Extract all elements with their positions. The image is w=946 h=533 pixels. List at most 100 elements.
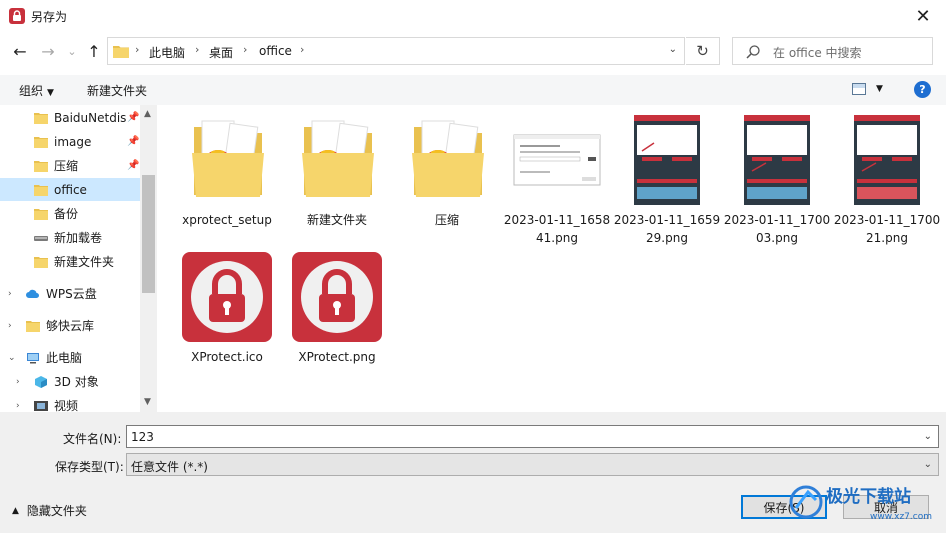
sidebar-item-gokuai[interactable]: › 够快云库 — [0, 314, 140, 337]
video-icon — [34, 400, 48, 411]
sidebar-item-videos[interactable]: › 视频 — [0, 394, 140, 412]
chevron-down-icon[interactable]: ⌄ — [924, 459, 932, 470]
window-title: 另存为 — [31, 10, 68, 24]
change-view-icon[interactable] — [852, 83, 866, 95]
organize-menu[interactable]: 组织 ▼ — [19, 82, 54, 99]
sidebar-scrollbar[interactable]: ▲ ▼ — [140, 105, 157, 412]
folder-icon — [412, 120, 484, 197]
title-bar: 另存为 ✕ — [0, 0, 946, 32]
sidebar-item-image[interactable]: image 📌 — [0, 130, 140, 153]
organize-label: 组织 — [19, 84, 44, 98]
sidebar-item-wps-cloud[interactable]: › WPS云盘 — [0, 282, 140, 305]
folder-icon — [34, 208, 48, 220]
file-name: XProtect.png — [298, 350, 376, 364]
collapse-chevron-icon[interactable]: ⌄ — [8, 353, 16, 363]
search-icon — [746, 45, 760, 59]
sidebar-item-new-volume[interactable]: 新加载卷 — [0, 226, 140, 249]
recent-locations-button[interactable]: ⌄ — [62, 41, 82, 61]
filename-input[interactable]: 123 ⌄ — [126, 425, 939, 448]
watermark-url: www.xz7.com — [870, 512, 932, 522]
folder-icon — [34, 256, 48, 268]
hide-folders-label: 隐藏文件夹 — [26, 504, 87, 518]
file-list: xprotect_setup 新建文件夹 压缩 2023-01-11_16584… — [157, 105, 946, 412]
new-folder-button[interactable]: 新建文件夹 — [87, 82, 147, 99]
chevron-down-icon: ▼ — [47, 88, 54, 98]
filetype-value: 任意文件 (*.*) — [131, 460, 208, 474]
folder-icon — [34, 112, 48, 124]
file-name: 2023-01-11_170003.png — [723, 213, 831, 245]
file-name: 压缩 — [434, 213, 459, 227]
app-lock-icon — [9, 8, 25, 24]
folder-icon — [26, 320, 40, 332]
refresh-button[interactable]: ↻ — [686, 37, 720, 65]
breadcrumb-separator: › — [243, 43, 248, 56]
sidebar-item-baidunetdisk[interactable]: BaiduNetdis 📌 — [0, 106, 140, 129]
image-thumbnail-icon — [634, 115, 700, 205]
sidebar-item-label: 3D 对象 — [54, 375, 99, 389]
forward-button[interactable]: → — [38, 41, 58, 61]
file-name: XProtect.ico — [191, 350, 263, 364]
breadcrumb-separator: › — [195, 43, 200, 56]
command-bar: 组织 ▼ 新建文件夹 ▼ ? — [0, 75, 946, 105]
folder-icon — [113, 46, 129, 58]
chevron-up-icon: ▲ — [12, 505, 19, 516]
sidebar-item-3d-objects[interactable]: › 3D 对象 — [0, 370, 140, 393]
watermark-logo: 极光下载站 www.xz7.com — [789, 485, 932, 522]
watermark-text: 极光下载站 — [826, 486, 911, 507]
pin-icon: 📌 — [127, 112, 140, 123]
sidebar-item-new-folder[interactable]: 新建文件夹 — [0, 250, 140, 273]
lock-icon — [182, 252, 272, 342]
3d-objects-icon — [35, 375, 47, 388]
chevron-down-icon[interactable]: ⌄ — [924, 431, 932, 442]
file-name: 2023-01-11_165929.png — [613, 213, 721, 245]
address-dropdown-icon[interactable]: ⌄ — [669, 44, 677, 55]
lock-icon — [292, 252, 382, 342]
pin-icon: 📌 — [127, 136, 140, 147]
up-button[interactable]: ↑ — [84, 41, 104, 61]
sidebar-item-this-pc[interactable]: ⌄ 此电脑 — [0, 346, 140, 369]
navigation-bar: ← → ⌄ ↑ › 此电脑 › 桌面 › office › ⌄ ↻ 在 offi… — [0, 32, 946, 70]
back-button[interactable]: ← — [10, 41, 30, 61]
cloud-icon — [26, 289, 39, 298]
sidebar-item-label: 新加载卷 — [54, 231, 103, 245]
sidebar-item-backup[interactable]: 备份 — [0, 202, 140, 225]
file-name: 新建文件夹 — [306, 213, 367, 227]
close-button[interactable]: ✕ — [900, 0, 946, 32]
sidebar-item-label: WPS云盘 — [46, 287, 97, 301]
filetype-select[interactable]: 任意文件 (*.*) ⌄ — [126, 453, 939, 476]
file-name: 2023-01-11_170021.png — [833, 213, 941, 245]
sidebar-item-label: 视频 — [54, 399, 79, 412]
breadcrumb-separator: › — [300, 43, 305, 56]
expand-chevron-icon[interactable]: › — [16, 401, 20, 411]
hide-folders-toggle[interactable]: ▲ 隐藏文件夹 — [12, 502, 87, 519]
breadcrumb-desktop[interactable]: 桌面 — [209, 44, 233, 61]
sidebar-item-label: 备份 — [54, 207, 79, 221]
scroll-thumb[interactable] — [142, 175, 155, 293]
image-thumbnail-icon — [854, 115, 920, 205]
breadcrumb-this-pc[interactable]: 此电脑 — [149, 44, 185, 61]
filename-label: 文件名(N): — [63, 432, 122, 446]
scroll-down-icon[interactable]: ▼ — [144, 397, 151, 407]
sidebar-item-label: 压缩 — [54, 159, 79, 173]
sidebar-item-compress[interactable]: 压缩 📌 — [0, 154, 140, 177]
folder-icon — [34, 160, 48, 172]
expand-chevron-icon[interactable]: › — [16, 377, 20, 387]
breadcrumb-office[interactable]: office — [259, 44, 292, 58]
search-placeholder: 在 office 中搜索 — [773, 46, 862, 60]
sidebar-item-office[interactable]: office — [0, 178, 140, 201]
address-bar[interactable]: › 此电脑 › 桌面 › office › ⌄ — [107, 37, 685, 65]
expand-chevron-icon[interactable]: › — [8, 321, 12, 331]
filename-value: 123 — [131, 430, 154, 444]
file-name: xprotect_setup — [182, 213, 272, 227]
filetype-label: 保存类型(T): — [55, 460, 124, 474]
sidebar-item-label: 新建文件夹 — [54, 255, 115, 269]
view-options-dropdown[interactable]: ▼ — [876, 84, 883, 94]
file-name: 2023-01-11_165841.png — [503, 213, 611, 245]
search-input[interactable]: 在 office 中搜索 — [732, 37, 933, 65]
breadcrumb-separator: › — [135, 43, 140, 56]
help-icon[interactable]: ? — [914, 81, 931, 98]
scroll-up-icon[interactable]: ▲ — [144, 109, 151, 119]
folder-icon — [302, 120, 374, 197]
sidebar-item-label: office — [54, 182, 87, 197]
expand-chevron-icon[interactable]: › — [8, 289, 12, 299]
